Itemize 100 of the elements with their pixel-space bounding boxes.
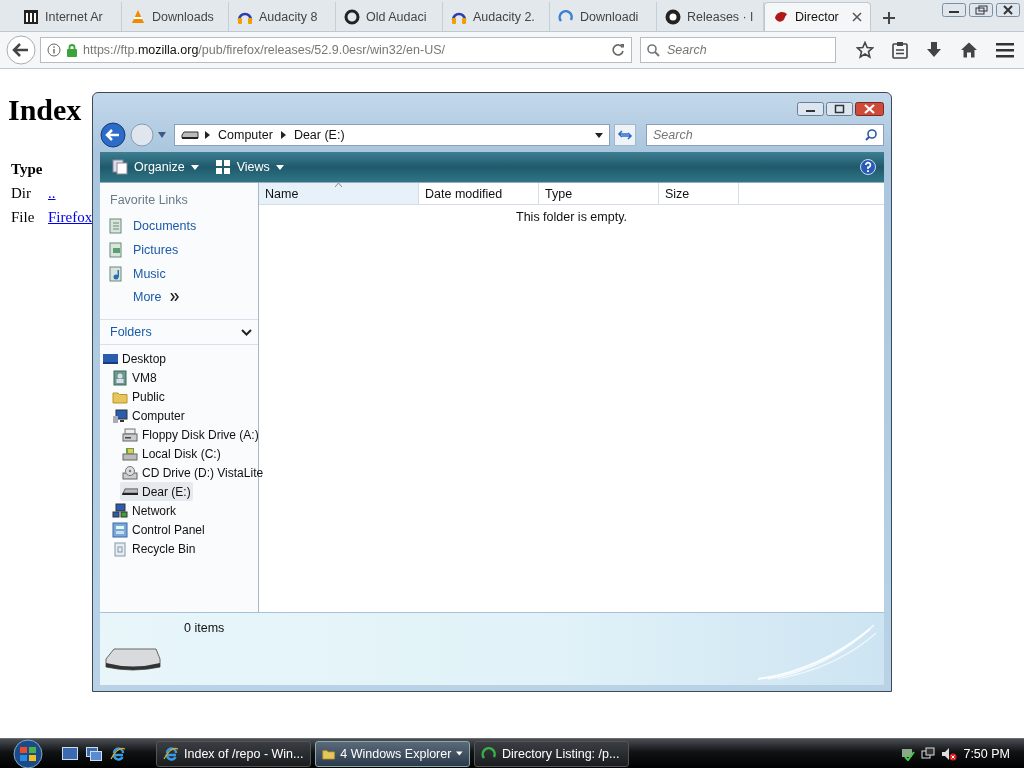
browser-tab[interactable]: Internet Ar (15, 2, 122, 31)
cd-drive-icon (122, 464, 138, 481)
tree-item[interactable]: Dear (E:) (120, 482, 193, 501)
help-icon[interactable] (860, 159, 876, 175)
tree-item[interactable]: Public (110, 387, 167, 406)
taskbar-button[interactable]: Index of /repo - Win... (156, 740, 311, 767)
e-icon (163, 745, 179, 762)
search-icon (865, 129, 877, 141)
chevron-down-icon[interactable] (241, 328, 252, 336)
star-icon[interactable] (856, 41, 874, 59)
bird-icon (773, 9, 789, 25)
columns-icon (23, 8, 39, 25)
back-icon[interactable] (6, 35, 36, 65)
close-icon[interactable] (855, 102, 884, 116)
column-header[interactable]: Type (539, 183, 659, 204)
close-icon[interactable] (996, 3, 1020, 17)
tree-item[interactable]: CD Drive (D:) VistaLite (120, 463, 266, 482)
type-cell: Dir (11, 181, 48, 205)
breadcrumb-item[interactable]: Computer (216, 128, 275, 142)
tree-item[interactable]: Local Disk (C:) (120, 444, 223, 463)
network-icon (112, 502, 128, 519)
new-tab-icon[interactable] (883, 12, 895, 24)
pages-icon (112, 159, 128, 175)
taskbar-button[interactable]: 4 Windows Explorer (315, 740, 470, 767)
url-field[interactable]: https://ftp.mozilla.org/pub/firefox/releases/52.9.0esr/win32/en-US/ (40, 37, 632, 63)
drive-icon (104, 645, 162, 673)
control-panel-icon (112, 521, 128, 538)
favorite-link[interactable]: Documents (104, 215, 258, 237)
caret-icon (275, 164, 284, 170)
picture-icon (108, 242, 124, 258)
clock[interactable]: 7:50 PM (963, 746, 1010, 761)
browser-tab[interactable]: Downloadi (550, 2, 657, 31)
breadcrumb-item[interactable]: Dear (E:) (291, 128, 347, 142)
refresh-icon[interactable] (614, 124, 636, 146)
section-title[interactable]: Folders (110, 325, 152, 339)
caret-icon[interactable] (595, 132, 603, 138)
tree-item[interactable]: Computer (110, 406, 187, 425)
reload-icon[interactable] (611, 43, 625, 57)
search-field[interactable]: Search (646, 124, 884, 146)
tree-item[interactable]: Recycle Bin (110, 539, 198, 558)
column-header[interactable]: Name (259, 183, 419, 204)
chevron-icon[interactable] (280, 131, 286, 139)
maximize-icon[interactable] (826, 102, 853, 116)
tree-item[interactable]: Control Panel (110, 520, 207, 539)
home-icon[interactable] (960, 41, 978, 59)
file-link[interactable]: .. (48, 184, 56, 201)
section-title: Favorite Links (109, 192, 189, 207)
cone-icon (130, 8, 146, 25)
favorite-link[interactable]: Music (104, 263, 258, 285)
menu-icon[interactable] (996, 42, 1014, 58)
caret-icon (456, 751, 463, 756)
more-link[interactable]: More (104, 287, 258, 307)
e-icon[interactable] (110, 745, 126, 762)
empty-message: This folder is empty. (516, 210, 627, 224)
ring-icon (344, 8, 360, 25)
browser-tab[interactable]: Old Audaci (336, 2, 443, 31)
search-field[interactable]: Search (640, 37, 836, 63)
muted-speaker-icon[interactable] (941, 746, 958, 761)
disk-drive-icon (122, 445, 138, 462)
grid-icon (214, 159, 231, 175)
tree-item[interactable]: Network (110, 501, 178, 520)
network-icon[interactable] (921, 746, 936, 761)
browser-tab[interactable]: Audacity 2. (443, 2, 550, 31)
search-icon (647, 44, 660, 57)
back-icon[interactable] (100, 122, 126, 148)
caret-icon (190, 164, 199, 170)
browser-tab[interactable]: Audacity 8 (229, 2, 336, 31)
taskbar-button[interactable]: Directory Listing: /p... (474, 740, 629, 767)
lock-icon (67, 43, 77, 57)
browser-tab[interactable]: Director (764, 2, 871, 31)
tree-item[interactable]: Desktop (100, 349, 169, 368)
favorite-link[interactable]: Pictures (104, 239, 258, 261)
column-header[interactable]: Date modified (419, 183, 539, 204)
url-text: https://ftp.mozilla.org/pub/firefox/releases/52.9.0esr/win32/en-US/ (83, 43, 446, 57)
desktop-icon[interactable] (62, 746, 78, 761)
download-icon[interactable] (926, 41, 942, 59)
user-folder-icon (112, 369, 128, 386)
double-chevron-icon (170, 293, 181, 301)
recycle-bin-icon (112, 540, 128, 557)
tree-item[interactable]: VM8 (110, 368, 159, 387)
item-count: 0 items (184, 621, 225, 635)
window-switch-icon[interactable] (86, 746, 102, 761)
computer-icon (112, 407, 128, 424)
floppy-drive-icon (122, 426, 138, 443)
music-icon (108, 266, 124, 282)
minimize-icon[interactable] (942, 3, 966, 17)
drive-icon (122, 488, 138, 495)
file-link[interactable]: Firefox (48, 208, 93, 225)
type-cell: File (11, 205, 48, 229)
restore-icon[interactable] (969, 3, 993, 17)
chevron-icon[interactable] (205, 131, 210, 139)
tree-item[interactable]: Floppy Disk Drive (A:) (120, 425, 261, 444)
minimize-icon[interactable] (797, 102, 824, 116)
column-header[interactable]: Size (659, 183, 739, 204)
clipboard-icon[interactable] (892, 41, 908, 59)
page-heading: Index (8, 93, 82, 127)
close-icon[interactable] (852, 12, 862, 22)
browser-tab[interactable]: Downloads (122, 2, 229, 31)
toolbar-button[interactable]: Views (210, 159, 288, 175)
toolbar-button[interactable]: Organize (108, 159, 203, 175)
